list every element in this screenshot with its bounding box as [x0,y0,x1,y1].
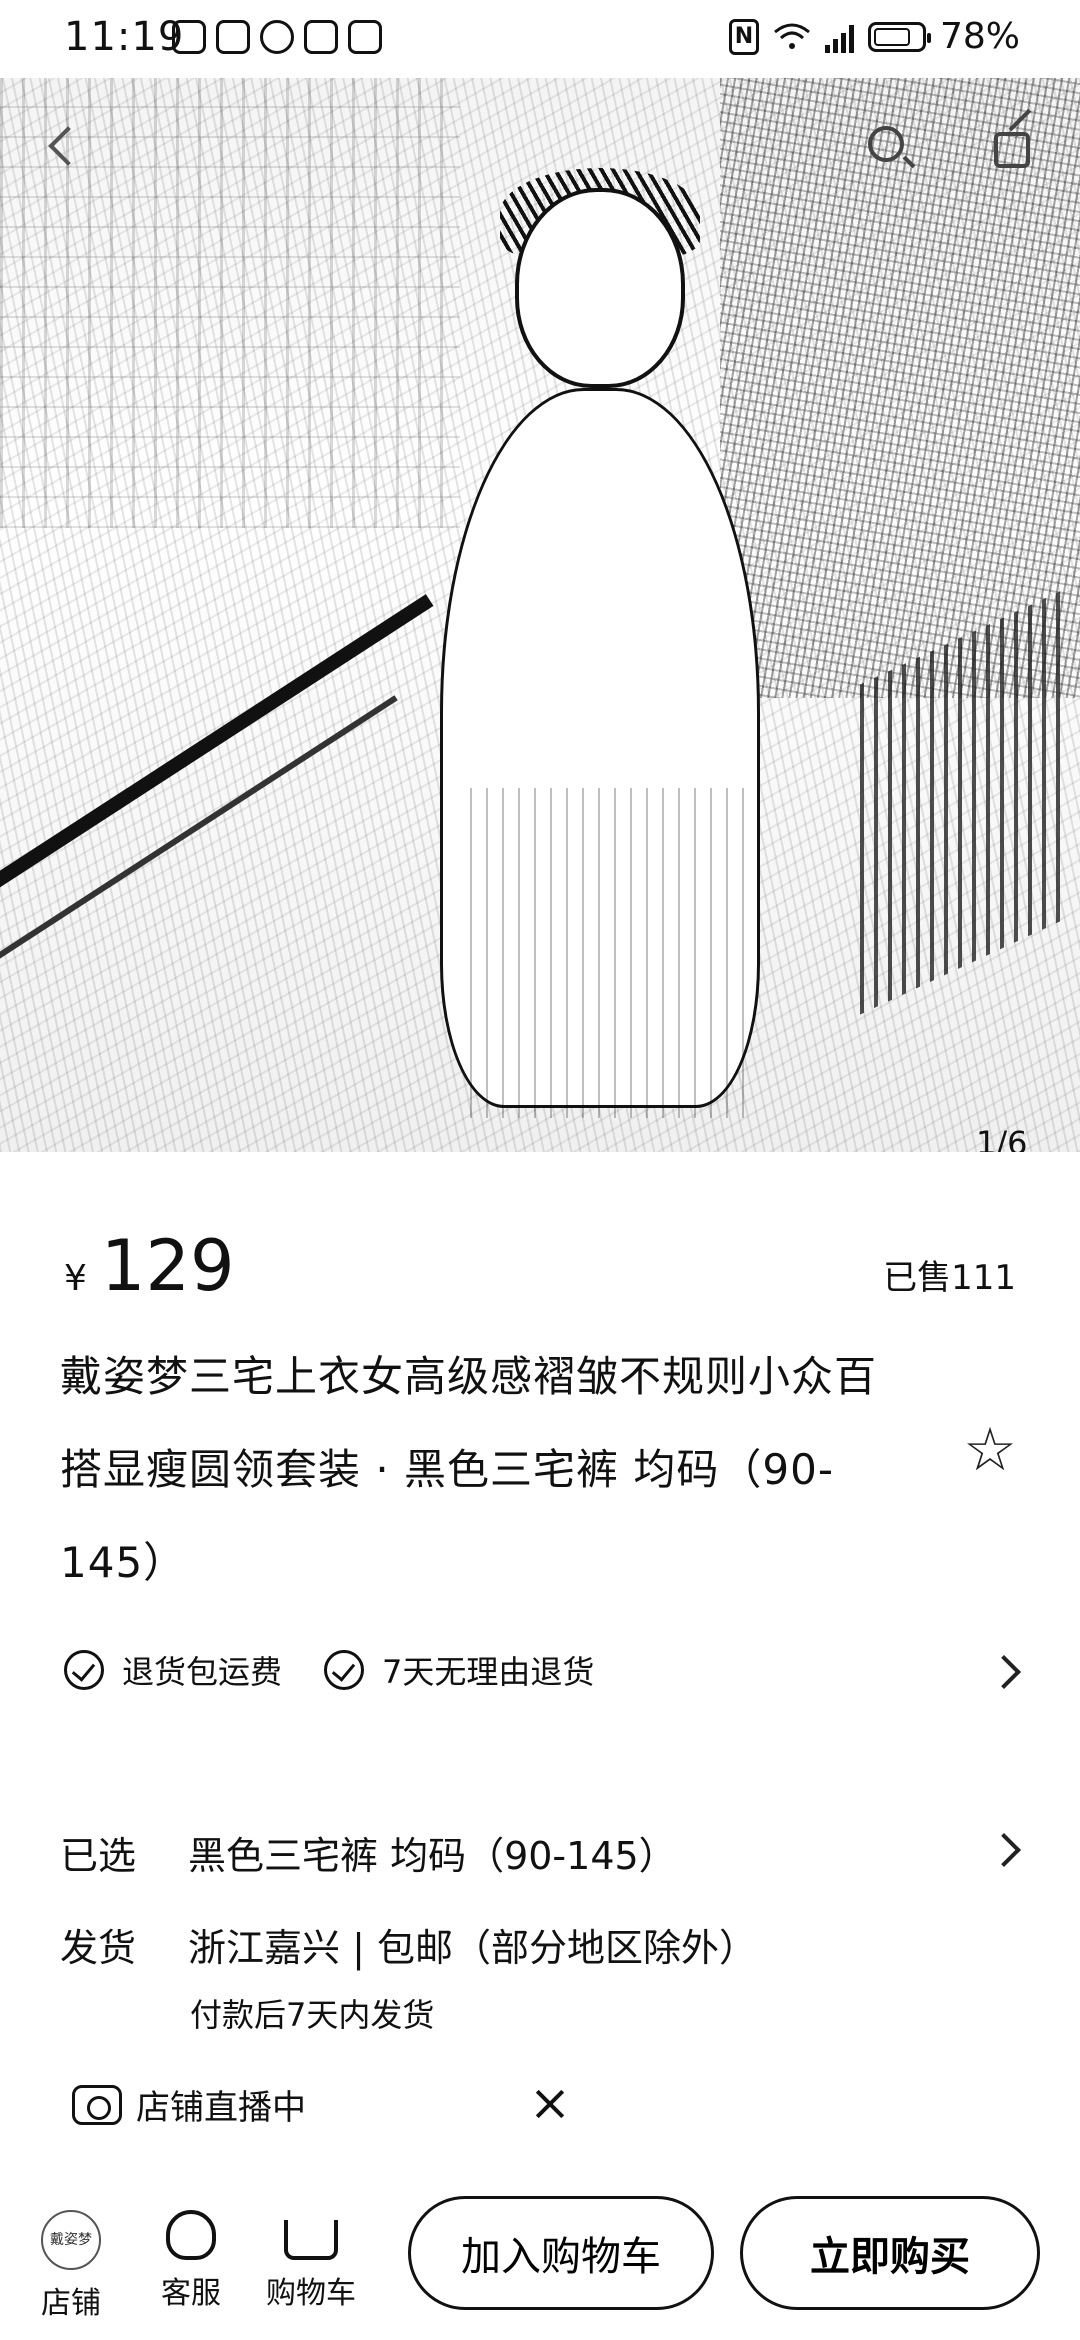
currency-symbol: ¥ [64,1258,87,1299]
battery-percent: 78% [939,16,1020,57]
back-icon[interactable] [40,118,100,178]
price-value: 129 [100,1225,235,1307]
live-stream-icon [72,2084,122,2125]
railing [0,594,434,911]
tmall-icon [304,20,338,54]
message-icon [260,20,294,54]
customer-service-button[interactable]: 客服 [136,2210,246,2312]
headset-icon [166,2210,216,2260]
mail-icon [348,20,382,54]
status-indicators: N 78% [728,16,1020,57]
close-icon[interactable] [530,2084,570,2124]
check-circle-icon [64,1650,104,1690]
product-image-carousel[interactable]: 1/6 [0,78,1080,1152]
selected-label: 已选 [60,1834,137,1878]
selected-variant-row[interactable]: 已选 黑色三宅裤 均码（90-145） [60,1825,677,1880]
shipping-row: 发货 浙江嘉兴 | 包邮（部分地区除外） [60,1917,757,1972]
shop-label: 店铺 [41,2286,101,2321]
shipping-value: 浙江嘉兴 | 包邮（部分地区除外） [188,1926,757,1970]
cart-label: 购物车 [266,2276,356,2311]
price: ¥ 129 [64,1225,235,1307]
wifi-icon [774,23,810,49]
search-icon[interactable] [858,118,918,178]
add-to-cart-button[interactable]: 加入购物车 [408,2196,714,2310]
buy-now-button[interactable]: 立即购买 [740,2196,1040,2310]
battery-icon [867,21,931,52]
sold-count: 已售111 [883,1258,1016,1298]
favorite-star-icon[interactable]: ☆ [960,1420,1020,1480]
signal-icon [824,21,854,53]
model-photo [410,168,830,1152]
store-live-banner[interactable]: 店铺直播中 [72,2080,306,2129]
share-icon[interactable] [984,118,1044,178]
wechat-icon [172,20,206,54]
shop-button[interactable]: 戴姿梦 店铺 [16,2210,126,2322]
notification-icons [172,20,382,54]
guarantee-7day-return: 7天无理由退货 [324,1647,594,1693]
camera-app-icon [216,20,250,54]
status-bar: 11:19 N 78% [0,0,1080,78]
live-label: 店铺直播中 [136,2088,306,2128]
shipping-label: 发货 [60,1926,137,1970]
product-title: 戴姿梦三宅上衣女高级感褶皱不规则小众百搭显瘦圆领套装 · 黑色三宅裤 均码（90… [60,1352,878,1587]
service-label: 客服 [161,2276,221,2311]
shipping-note: 付款后7天内发货 [190,1996,435,2034]
status-time: 11:19 [64,14,185,60]
nfc-icon: N [728,18,759,55]
cart-button[interactable]: 购物车 [256,2210,366,2312]
check-circle-icon [324,1650,365,1690]
variant-chevron-right-icon[interactable] [987,1833,1021,1867]
cart-icon [284,2220,338,2260]
selected-value: 黑色三宅裤 均码（90-145） [188,1834,677,1878]
image-counter: 1/6 [976,1124,1028,1152]
shop-logo-icon: 戴姿梦 [41,2210,101,2270]
guarantee-return-shipping: 退货包运费 [64,1647,282,1693]
guarantees-row[interactable]: 退货包运费 7天无理由退货 [64,1640,1024,1700]
